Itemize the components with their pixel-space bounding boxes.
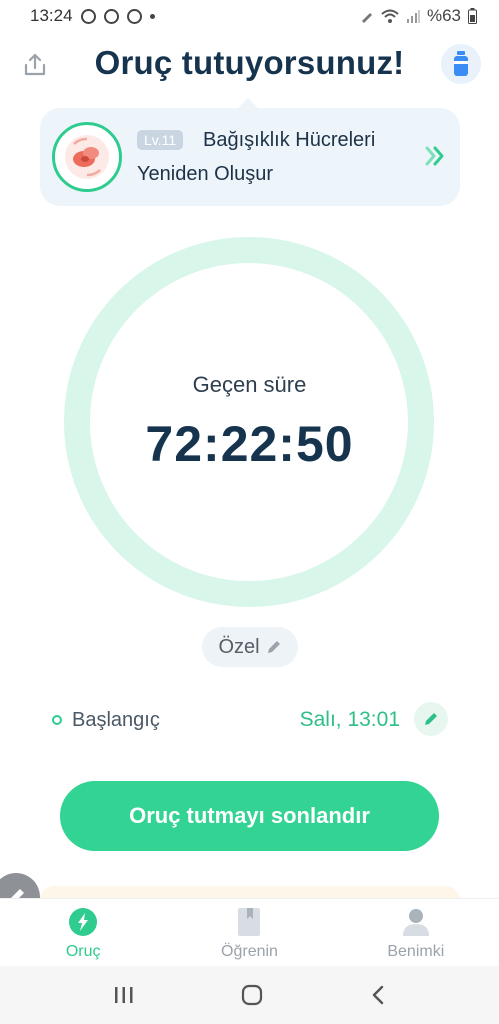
back-icon[interactable]: [370, 984, 386, 1006]
elapsed-time: 72:22:50: [145, 416, 354, 472]
nav-label-me: Benimki: [387, 943, 445, 960]
battery-icon: [468, 8, 477, 24]
elapsed-label: Geçen süre: [192, 372, 307, 397]
pencil-icon: [425, 713, 437, 725]
pencil-icon: [267, 641, 280, 653]
whatsapp-icon: [80, 8, 96, 24]
start-dot-icon: [52, 715, 62, 725]
notification-icon: [126, 8, 142, 24]
wifi-icon: [381, 9, 399, 23]
signal-icon: [406, 10, 420, 23]
double-chevron-right-icon: [425, 146, 444, 166]
book-icon: [234, 907, 264, 937]
pen-status-icon: [361, 13, 372, 23]
home-icon[interactable]: [241, 984, 263, 1006]
recent-apps-icon[interactable]: [113, 985, 135, 1005]
stage-title-line2: Yeniden Oluşur: [137, 163, 274, 185]
start-label: Başlangıç: [72, 709, 160, 731]
nav-item-learn[interactable]: Öğrenin: [166, 899, 332, 966]
fasting-plan-label: Özel: [218, 635, 260, 658]
notification-icon: [103, 8, 119, 24]
immune-cell-avatar: [52, 122, 122, 192]
person-icon: [401, 907, 431, 937]
status-bar: 13:24 %63: [0, 0, 499, 32]
header: Oruç tutuyorsunuz!: [0, 36, 499, 96]
water-tracker-button[interactable]: [441, 44, 481, 84]
start-time-row: Başlangıç Salı, 13:01: [50, 702, 450, 738]
more-notifications-icon: [149, 13, 155, 19]
nav-item-fasting[interactable]: Oruç: [0, 899, 166, 966]
stage-title-line1: Bağışıklık Hücreleri: [203, 129, 376, 151]
fasting-stage-card[interactable]: Lv.11 Bağışıklık Hücreleri Yeniden Oluşu…: [40, 98, 460, 206]
status-time: 13:24: [30, 6, 73, 25]
end-fasting-button[interactable]: Oruç tutmayı sonlandır: [60, 781, 439, 851]
nav-label-fasting: Oruç: [65, 943, 101, 960]
lightning-icon: [68, 907, 98, 937]
start-time-value: Salı, 13:01: [299, 708, 400, 731]
water-bottle-icon: [454, 51, 468, 76]
page-title: Oruç tutuyorsunuz!: [94, 44, 405, 81]
fasting-plan-button[interactable]: Özel: [202, 627, 298, 667]
level-badge: Lv.11: [137, 130, 184, 150]
edit-start-time-button[interactable]: [414, 702, 448, 736]
battery-percent: %63: [426, 6, 461, 25]
bottom-navigation: Oruç Öğrenin Benimki: [0, 898, 499, 966]
system-navigation-bar: [0, 966, 499, 1024]
nav-label-learn: Öğrenin: [221, 943, 278, 960]
nav-item-me[interactable]: Benimki: [333, 899, 499, 966]
immune-cell-icon: [65, 135, 109, 179]
